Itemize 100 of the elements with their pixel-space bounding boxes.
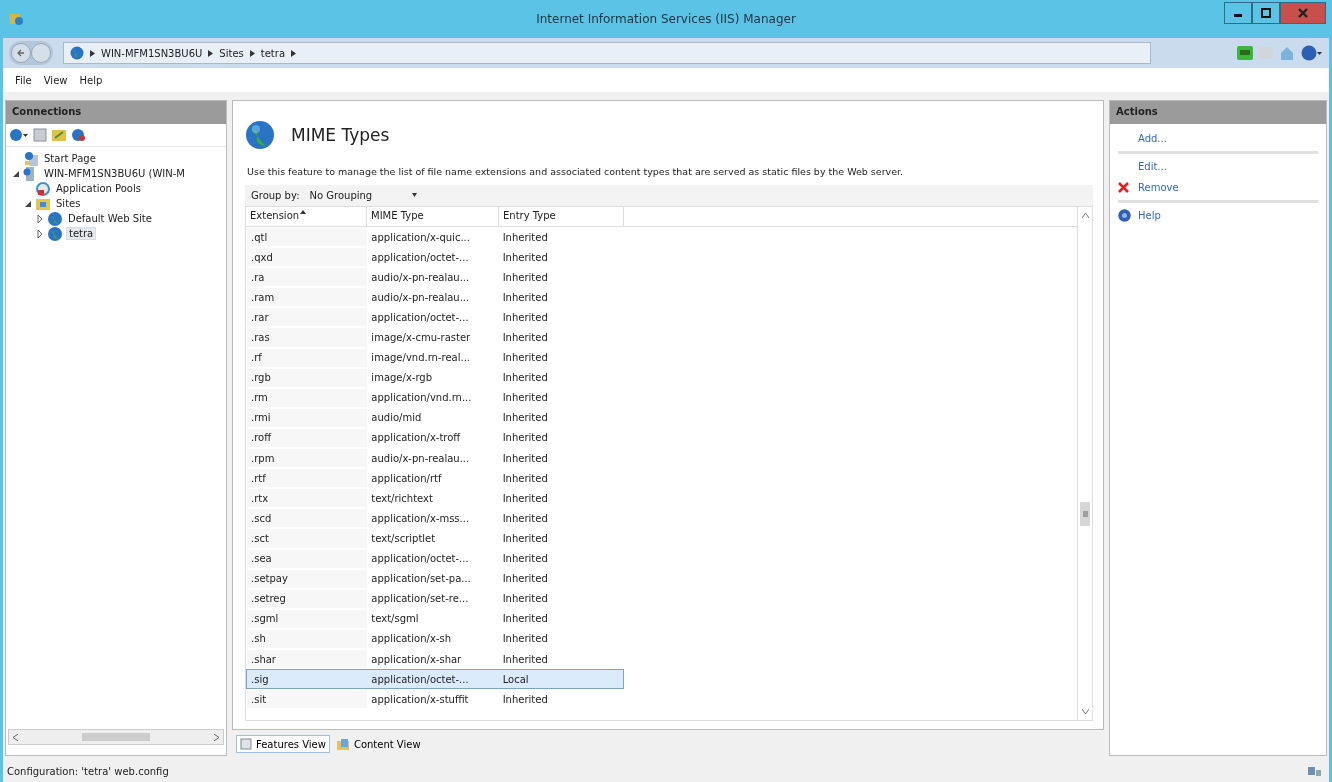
scroll-thumb[interactable]	[1080, 501, 1090, 526]
help-icon[interactable]	[1301, 45, 1323, 61]
collapse-icon[interactable]	[12, 169, 20, 178]
tree-item[interactable]: Default Web Site	[66, 213, 154, 224]
table-cell: .sgml	[247, 609, 368, 628]
maximize-button[interactable]	[1252, 2, 1280, 24]
table-cell-text: audio/mid	[370, 412, 423, 424]
minimize-button[interactable]	[1224, 2, 1252, 24]
close-button[interactable]	[1280, 2, 1326, 24]
window-title: Internet Information Services (IIS) Manager	[536, 12, 796, 26]
expand-icon[interactable]	[36, 229, 44, 238]
table-cell-text: application/set-re...	[370, 593, 470, 605]
table-cell: .qxd	[247, 248, 368, 267]
table-row[interactable]: .rar application/octet-... Inherited	[246, 307, 624, 328]
expand-icon[interactable]	[36, 214, 44, 223]
table-row[interactable]: .sea application/octet-... Inherited	[246, 548, 624, 569]
action-link[interactable]: Help	[1138, 210, 1161, 221]
view-tab[interactable]: Content View	[331, 735, 425, 753]
address-bar[interactable]: WIN-MFM1SN3BU6U Sites tetra	[63, 42, 1151, 64]
connect-icon[interactable]	[1237, 46, 1253, 60]
table-cell-text: Inherited	[501, 271, 549, 283]
table-row[interactable]: .roff application/x-troff Inherited	[246, 427, 624, 449]
table-cell-text: Local	[501, 673, 530, 685]
table-row[interactable]: .qxd application/octet-... Inherited	[246, 247, 624, 268]
table-row[interactable]: .qtl application/x-quic... Inherited	[246, 227, 624, 248]
table-cell-text: Inherited	[501, 231, 549, 243]
table-row[interactable]: .rf image/vnd.rn-real... Inherited	[246, 347, 624, 368]
tree-item[interactable]: tetra	[66, 227, 97, 240]
menu-item[interactable]: Help	[79, 74, 103, 86]
table-cell-text: .sig	[250, 672, 270, 687]
table-row[interactable]: .ram audio/x-pn-realau... Inherited	[246, 287, 624, 308]
breadcrumb-item[interactable]: Sites	[219, 47, 244, 59]
table-row[interactable]: .rtf application/rtf Inherited	[246, 468, 624, 489]
table-cell-text: Inherited	[501, 251, 549, 263]
breadcrumb-item[interactable]: WIN-MFM1SN3BU6U	[101, 47, 203, 59]
tree-item[interactable]: WIN-MFM1SN3BU6U (WIN-M	[42, 168, 187, 179]
table-cell-text: Inherited	[501, 472, 549, 484]
table-row[interactable]: .scd application/x-mss... Inherited	[246, 508, 624, 529]
content-icon	[335, 738, 350, 750]
table-cell-text: application/rtf	[370, 472, 443, 484]
globe-icon	[47, 210, 63, 227]
table-cell-text: application/x-troff	[370, 432, 462, 444]
action-link[interactable]: Edit...	[1138, 161, 1167, 172]
table-cell-text: application/x-quic...	[370, 231, 471, 243]
table-row[interactable]: .rpm audio/x-pn-realau... Inherited	[246, 448, 624, 469]
table-cell-text: Inherited	[501, 392, 549, 404]
view-tab[interactable]: Features View	[236, 735, 330, 753]
table-cell-text: Inherited	[501, 332, 549, 343]
table-cell-text: Inherited	[501, 593, 549, 605]
table-row[interactable]: .rgb image/x-rgb Inherited	[246, 367, 624, 388]
table-cell-text: Inherited	[501, 633, 549, 645]
action-link[interactable]: Add...	[1138, 133, 1167, 144]
scrollbar[interactable]	[1077, 207, 1092, 720]
table-cell: .qtl	[247, 228, 368, 247]
column-header[interactable]: Entry Type	[499, 207, 624, 226]
close-icon	[1298, 8, 1308, 18]
menu-item[interactable]: File	[15, 74, 32, 86]
scroll-up-icon[interactable]	[1081, 213, 1089, 218]
table-cell-text: Inherited	[501, 311, 549, 323]
table-cell-text: Inherited	[501, 553, 549, 565]
scroll-right-icon[interactable]	[214, 733, 219, 741]
table-cell-text: audio/x-pn-realau...	[370, 452, 471, 464]
scrollbar[interactable]	[8, 729, 224, 745]
panel-header: Actions	[1110, 101, 1326, 124]
table-row[interactable]: .rtx text/richtext Inherited	[246, 488, 624, 509]
table-row[interactable]: .sit application/x-stuffit Inherited	[246, 689, 624, 710]
table-row[interactable]: .ras image/x-cmu-raster Inherited	[246, 327, 624, 348]
folder-icon[interactable]	[51, 128, 67, 142]
table-row[interactable]: .sct text/scriptlet Inherited	[246, 528, 624, 549]
table-row[interactable]: .rm application/vnd.rn... Inherited	[246, 387, 624, 408]
table-row[interactable]: .setpay application/set-pa... Inherited	[246, 568, 624, 589]
globe-icon[interactable]	[71, 128, 87, 142]
table-row[interactable]: .sig application/octet-... Local	[246, 669, 624, 690]
table-row[interactable]: .shar application/x-shar Inherited	[246, 648, 624, 670]
column-header[interactable]: Extension	[246, 207, 367, 226]
collapse-icon[interactable]	[24, 199, 32, 208]
table-cell-text: Inherited	[501, 532, 549, 544]
menu-item[interactable]: View	[43, 74, 68, 86]
table-cell: .sh	[247, 629, 368, 648]
network-icon	[1307, 765, 1323, 777]
table-cell-text: Inherited	[501, 492, 549, 504]
tree-item[interactable]: Sites	[54, 198, 83, 209]
tree-item[interactable]: Start Page	[42, 153, 98, 164]
back-button[interactable]	[11, 43, 31, 63]
table-row[interactable]: .sh application/x-sh Inherited	[246, 628, 624, 649]
features-icon	[240, 738, 252, 750]
group-by-dropdown[interactable]: No Grouping	[305, 188, 422, 203]
table-row[interactable]: .ra audio/x-pn-realau... Inherited	[246, 267, 624, 288]
scroll-left-icon[interactable]	[13, 733, 18, 741]
table-row[interactable]: .rmi audio/mid Inherited	[246, 407, 624, 428]
globe-icon[interactable]	[9, 128, 29, 142]
tree-item[interactable]: Application Pools	[54, 183, 143, 194]
table-row[interactable]: .setreg application/set-re... Inherited	[246, 588, 624, 609]
table-row[interactable]: .sgml text/sgml Inherited	[246, 608, 624, 629]
action-link[interactable]: Remove	[1138, 182, 1179, 193]
breadcrumb-item[interactable]: tetra	[260, 47, 285, 59]
app-icon	[8, 11, 24, 27]
column-header[interactable]: MIME Type	[367, 207, 499, 226]
table-cell-text: application/octet-...	[370, 553, 470, 565]
scroll-down-icon[interactable]	[1081, 709, 1089, 714]
